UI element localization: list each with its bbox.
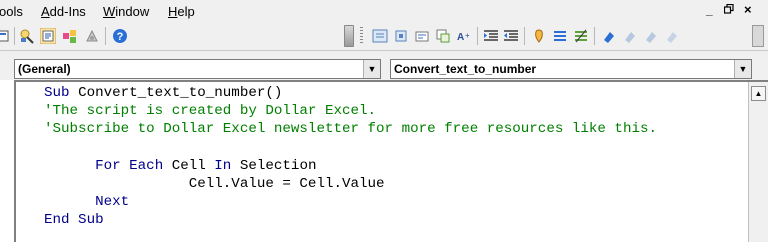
code-keyword: End Sub: [44, 212, 104, 229]
restore-button[interactable]: [723, 3, 734, 17]
menu-tools[interactable]: ools: [0, 4, 23, 19]
object-browser-icon[interactable]: [62, 28, 78, 44]
outdent-icon[interactable]: [503, 28, 519, 44]
toolbar-separator: [477, 27, 478, 45]
complete-word-icon[interactable]: A +: [456, 28, 472, 44]
menu-tools-label: ools: [0, 4, 23, 19]
menu-help[interactable]: Help: [168, 4, 195, 19]
toolbar-grip[interactable]: [344, 25, 354, 47]
toggle-bookmark-icon[interactable]: [601, 28, 617, 44]
menu-help-label: elp: [177, 4, 195, 19]
clear-bookmarks-icon[interactable]: [664, 28, 680, 44]
code-editor[interactable]: Sub Convert_text_to_number() 'The script …: [14, 80, 768, 242]
code-token: Cell: [171, 157, 215, 174]
code-line[interactable]: Next: [44, 193, 748, 211]
margin-indicator-bar[interactable]: [16, 82, 44, 242]
toolbar-separator: [105, 27, 106, 45]
code-token: Convert_text_to_number(): [78, 85, 283, 101]
menu-add-ins[interactable]: Add-Ins: [41, 4, 86, 19]
code-line[interactable]: Cell.Value = Cell.Value: [44, 175, 748, 193]
code-line[interactable]: 'Subscribe to Dollar Excel newsletter fo…: [44, 120, 748, 138]
list-properties-icon[interactable]: [372, 28, 388, 44]
code-keyword: In: [214, 157, 240, 174]
toolbar-separator: [524, 27, 525, 45]
code-comment: 'Subscribe to Dollar Excel newsletter fo…: [44, 121, 657, 138]
indent-icon[interactable]: [483, 28, 499, 44]
code-text[interactable]: Sub Convert_text_to_number() 'The script …: [44, 84, 748, 230]
chevron-down-icon[interactable]: ▼: [363, 60, 380, 78]
uncomment-block-icon[interactable]: [573, 28, 589, 44]
menu-add-ins-label: dd-Ins: [49, 4, 86, 19]
code-keyword: For Each: [95, 157, 172, 174]
restore-icon: [723, 3, 734, 14]
code-token: Selection: [239, 157, 317, 174]
toolbox-icon[interactable]: [84, 28, 100, 44]
code-line[interactable]: End Sub: [44, 211, 748, 229]
userform-icon[interactable]: [0, 28, 10, 44]
standard-toolbar: ? A +: [0, 22, 768, 50]
svg-text:A: A: [457, 32, 464, 43]
close-button[interactable]: ×: [744, 2, 752, 17]
code-token: Cell.Value = Cell.Value: [44, 175, 385, 192]
code-line[interactable]: Sub Convert_text_to_number(): [44, 84, 748, 102]
code-comment: 'The script is created by Dollar Excel.: [44, 103, 377, 120]
toolbar-separator: [594, 27, 595, 45]
code-keyword: Sub: [44, 85, 79, 101]
code-keyword: Next: [95, 194, 130, 211]
menu-window[interactable]: Window: [103, 4, 149, 19]
scroll-up-button[interactable]: ▲: [751, 86, 766, 101]
code-line[interactable]: 'The script is created by Dollar Excel.: [44, 102, 748, 120]
toolbar-grip-dots: [360, 27, 363, 45]
vertical-scrollbar[interactable]: ▲: [748, 82, 768, 242]
menu-window-mnemonic: W: [103, 4, 116, 19]
object-dropdown-value: (General): [18, 62, 71, 76]
next-bookmark-icon[interactable]: [622, 28, 638, 44]
procedure-dropdown-value: Convert_text_to_number: [394, 62, 537, 76]
minimize-button[interactable]: _: [706, 3, 713, 17]
code-line[interactable]: For Each Cell In Selection: [44, 157, 748, 175]
properties-icon[interactable]: [40, 28, 56, 44]
list-constants-icon[interactable]: [393, 28, 409, 44]
object-dropdown[interactable]: (General) ▼: [14, 59, 381, 79]
toolbar-separator: [14, 27, 15, 45]
parameter-info-icon[interactable]: [435, 28, 451, 44]
menu-add-ins-mnemonic: A: [41, 4, 50, 19]
project-explorer-icon[interactable]: [19, 28, 35, 44]
toggle-breakpoint-icon[interactable]: [531, 28, 547, 44]
previous-bookmark-icon[interactable]: [643, 28, 659, 44]
svg-text:+: +: [465, 31, 470, 40]
menu-help-mnemonic: H: [168, 4, 178, 19]
code-line[interactable]: [44, 139, 748, 157]
svg-text:?: ?: [117, 31, 124, 43]
procedure-dropdown[interactable]: Convert_text_to_number ▼: [390, 59, 752, 79]
chevron-down-icon[interactable]: ▼: [734, 60, 751, 78]
procedure-bar: (General) ▼ Convert_text_to_number ▼: [0, 50, 768, 80]
toolbar-overflow-button[interactable]: [752, 25, 764, 47]
help-icon[interactable]: ?: [112, 28, 128, 44]
menu-bar: ools Add-Ins Window Help _ ×: [0, 0, 768, 22]
menu-window-label: indow: [115, 4, 150, 19]
comment-block-icon[interactable]: [552, 28, 568, 44]
quick-info-icon[interactable]: [414, 28, 430, 44]
